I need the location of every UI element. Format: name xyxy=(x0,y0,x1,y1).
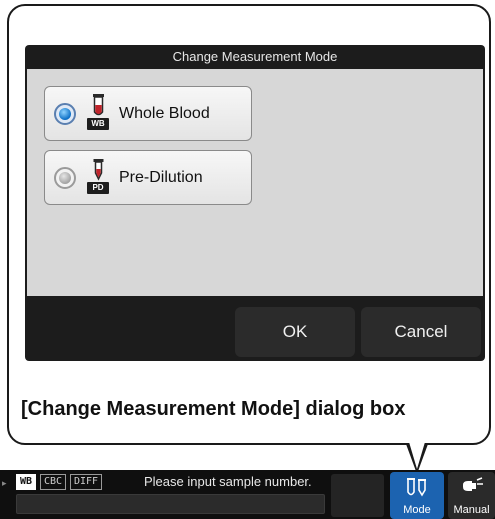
status-bar: ▸ WB CBC DIFF Please input sample number… xyxy=(0,470,495,519)
whole-blood-label: Whole Blood xyxy=(119,105,210,122)
test-tube-icon: PD xyxy=(87,157,111,197)
sample-number-field[interactable] xyxy=(16,494,325,514)
blank-button[interactable] xyxy=(331,474,384,517)
pre-dilution-option[interactable]: PD Pre-Dilution xyxy=(44,150,252,205)
ok-button[interactable]: OK xyxy=(235,307,355,357)
radio-selected-icon xyxy=(54,103,76,125)
manual-icon xyxy=(460,477,484,504)
whole-blood-option[interactable]: WB Whole Blood xyxy=(44,86,252,141)
wb-tag: WB xyxy=(16,474,37,490)
diff-tag: DIFF xyxy=(70,474,103,490)
cancel-button[interactable]: Cancel xyxy=(361,307,481,357)
status-message: Please input sample number. xyxy=(144,474,312,489)
pre-dilution-label: Pre-Dilution xyxy=(119,169,203,186)
dialog-body: WB Whole Blood PD Pre-Dilution xyxy=(27,69,483,296)
pd-badge: PD xyxy=(87,182,109,194)
mode-button[interactable]: Mode xyxy=(390,472,444,519)
figure-caption: [Change Measurement Mode] dialog box xyxy=(21,398,406,420)
radio-unselected-icon xyxy=(54,167,76,189)
test-tube-icon: WB xyxy=(87,93,111,133)
wb-badge: WB xyxy=(87,118,109,130)
tube-pair-icon xyxy=(405,477,429,504)
manual-label: Manual xyxy=(453,504,490,516)
change-measurement-mode-dialog: Change Measurement Mode WB Whole Blood P… xyxy=(25,45,485,361)
mode-label: Mode xyxy=(403,504,431,516)
manual-button[interactable]: Manual xyxy=(448,472,495,519)
cbc-tag: CBC xyxy=(40,474,67,490)
dialog-title: Change Measurement Mode xyxy=(172,49,338,64)
chevron-right-icon: ▸ xyxy=(2,478,7,488)
